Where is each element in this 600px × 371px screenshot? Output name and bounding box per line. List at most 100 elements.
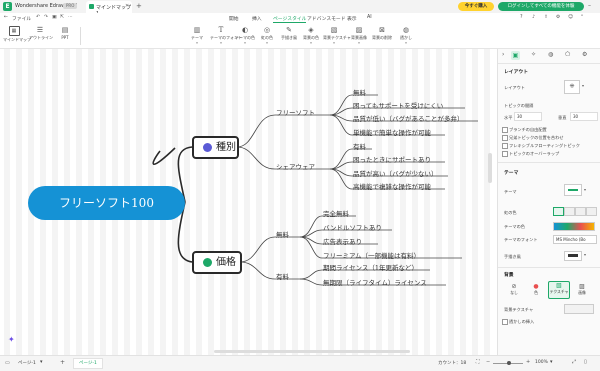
leaf-topic[interactable]: バンドルソフトあり bbox=[323, 222, 382, 232]
zoom-out-icon[interactable]: − bbox=[486, 359, 490, 365]
option-checkbox[interactable] bbox=[502, 151, 508, 157]
ai-assistant-icon[interactable]: ✦ bbox=[8, 335, 15, 344]
leaf-topic[interactable]: 高機能で複雑な操作が可能 bbox=[353, 181, 431, 191]
rainbow-option[interactable] bbox=[575, 207, 586, 216]
option-checkbox[interactable] bbox=[502, 143, 508, 149]
rainbow-option[interactable] bbox=[564, 207, 575, 216]
fit-page-icon[interactable]: ⛶ bbox=[476, 359, 480, 365]
settings-icon[interactable]: ⚙ bbox=[556, 15, 560, 20]
handdrawn-button[interactable]: ✎ 手描き風 bbox=[278, 25, 300, 46]
subtopic[interactable]: フリーソフト bbox=[276, 107, 315, 117]
collapse-panel-icon[interactable]: › bbox=[502, 51, 504, 58]
account-icon[interactable]: ☺ bbox=[568, 15, 573, 20]
main-topic-type[interactable]: 種別 bbox=[192, 136, 239, 159]
bg-color-button[interactable]: ◈ 背景の色 ▾ bbox=[300, 25, 322, 46]
close-tab-icon[interactable]: ✕ bbox=[125, 3, 129, 9]
theme-color-selector[interactable] bbox=[553, 222, 595, 231]
menu-advanced[interactable]: アドバンスモード bbox=[307, 15, 346, 22]
leaf-topic[interactable]: 困ったときにサポートあり bbox=[353, 154, 431, 164]
more-icon[interactable]: ⋯ bbox=[68, 15, 73, 20]
handdrawn-selector[interactable] bbox=[564, 251, 582, 261]
option-checkbox[interactable] bbox=[502, 135, 508, 141]
export-icon[interactable]: ⇱ bbox=[60, 15, 64, 20]
share-icon[interactable]: ⇪ bbox=[544, 15, 548, 20]
menu-page-style[interactable]: ページスタイル bbox=[273, 15, 307, 23]
chevron-down-icon[interactable]: ▾ bbox=[582, 83, 584, 88]
rainbow-option[interactable] bbox=[553, 207, 564, 216]
bg-image-button[interactable]: ▨ 背景画像 ▾ bbox=[348, 25, 370, 46]
leaf-topic[interactable]: 完全無料 bbox=[323, 208, 349, 218]
chevron-down-icon[interactable]: ▾ bbox=[584, 252, 586, 257]
menu-ai[interactable]: AI bbox=[367, 15, 372, 20]
subtopic[interactable]: 無料 bbox=[276, 229, 289, 239]
chevron-down-icon[interactable]: ▾ bbox=[584, 187, 586, 192]
login-button[interactable]: ログインしてすべての機能を体験 bbox=[498, 2, 584, 11]
subtopic[interactable]: 有料 bbox=[276, 271, 289, 281]
new-tab-icon[interactable]: + bbox=[136, 2, 142, 10]
leaf-topic[interactable]: 品質が低い（バグがあることが多弁） bbox=[353, 113, 464, 123]
undo-icon[interactable]: ↶ bbox=[36, 15, 40, 20]
layout-tab-icon[interactable]: ▣ bbox=[511, 51, 520, 60]
bg-image-option[interactable]: ▨ 画像 bbox=[574, 283, 590, 297]
theme-button[interactable]: ▥ テーマ ▾ bbox=[186, 25, 208, 46]
watermark-button[interactable]: ◍ 透かし ▾ bbox=[395, 25, 417, 46]
style-tab-icon[interactable]: ✧ bbox=[531, 51, 536, 58]
theme-font-button[interactable]: T テーマのフォント ▾ bbox=[210, 25, 242, 46]
add-page-icon[interactable]: + bbox=[60, 359, 65, 366]
chevron-down-icon[interactable]: ▾ bbox=[550, 359, 553, 365]
bg-color-option[interactable]: ● 色 bbox=[528, 283, 544, 297]
bg-texture-option[interactable]: ▧ テクスチャ bbox=[548, 281, 570, 299]
collapse-icon[interactable]: ⌃ bbox=[580, 15, 584, 20]
menu-start[interactable]: 開始 bbox=[229, 15, 239, 22]
bg-texture-selector[interactable] bbox=[564, 304, 594, 314]
theme-selector[interactable] bbox=[564, 184, 582, 196]
minimize-icon[interactable]: – bbox=[588, 2, 591, 9]
buy-now-button[interactable]: 今すぐ購入 bbox=[458, 2, 494, 11]
file-menu[interactable]: ファイル bbox=[12, 15, 31, 22]
outline-view-button[interactable]: ☰ アウトライン bbox=[29, 25, 53, 46]
page-tab[interactable]: ページ-1 bbox=[73, 358, 103, 369]
leaf-topic[interactable]: 品質が高い（バグが少ない） bbox=[353, 168, 438, 178]
theme-color-button[interactable]: ◐ テーマの色 ▾ bbox=[234, 25, 256, 46]
leaf-topic[interactable]: フリーミアム（一部機能は有料） bbox=[323, 250, 420, 260]
fullscreen-icon[interactable]: ⤢ bbox=[572, 359, 576, 365]
chevron-down-icon[interactable]: ▾ bbox=[40, 359, 43, 365]
redo-icon[interactable]: ↷ bbox=[44, 15, 48, 20]
leaf-topic[interactable]: 無期限（ライフタイム）ライセンス bbox=[323, 277, 427, 287]
horizontal-scrollbar[interactable] bbox=[214, 350, 410, 353]
mark-tab-icon[interactable]: ◍ bbox=[548, 51, 553, 58]
vertical-scrollbar[interactable] bbox=[488, 153, 492, 183]
save-icon[interactable]: ▣ bbox=[52, 15, 57, 20]
zoom-in-icon[interactable]: + bbox=[526, 359, 530, 365]
panel-toggle-icon[interactable]: ▯ bbox=[584, 359, 587, 365]
ppt-view-button[interactable]: ▤ PPT bbox=[54, 25, 76, 46]
menu-view[interactable]: 表示 bbox=[347, 15, 357, 22]
root-topic[interactable]: フリーソフト100 bbox=[28, 186, 185, 220]
leaf-topic[interactable]: 期間ライセンス（1年更新など） bbox=[323, 262, 418, 272]
bg-texture-button[interactable]: ▧ 背景テクスチャ ▾ bbox=[323, 25, 351, 46]
document-tab[interactable]: マインドマップ1 ✕ bbox=[86, 1, 132, 17]
help-icon[interactable]: ? bbox=[520, 15, 523, 20]
subtopic[interactable]: シェアウェア bbox=[276, 161, 315, 171]
mindmap-view-button[interactable]: ▦ マインドマップ bbox=[3, 25, 31, 46]
layout-selector[interactable]: ⁜ bbox=[564, 80, 580, 94]
back-icon[interactable]: ← bbox=[4, 15, 8, 20]
leaf-topic[interactable]: 無料 bbox=[353, 87, 366, 97]
page-selector[interactable]: ページ-1 bbox=[18, 360, 36, 366]
vertical-spacing-input[interactable]: 30 bbox=[570, 112, 598, 121]
zoom-handle[interactable] bbox=[507, 361, 511, 365]
leaf-topic[interactable]: 単機能で簡単な操作が可能 bbox=[353, 127, 431, 137]
leaf-topic[interactable]: 困ってもサポートを受けにくい bbox=[353, 100, 443, 110]
mindmap-canvas[interactable]: フリーソフト100 種別 価格 フリーソフト シェアウェア 無料 困ってもサポー… bbox=[0, 49, 495, 355]
main-topic-price[interactable]: 価格 bbox=[192, 251, 242, 274]
bg-none-option[interactable]: ⊘ なし bbox=[506, 283, 522, 297]
leaf-topic[interactable]: 広告表示あり bbox=[323, 236, 362, 246]
rainbow-button[interactable]: ◎ 虹の色 ▾ bbox=[256, 25, 278, 46]
option-checkbox[interactable] bbox=[502, 127, 508, 133]
menu-insert[interactable]: 挿入 bbox=[252, 15, 262, 22]
bg-delete-button[interactable]: ⊠ 背景の削除 bbox=[371, 25, 393, 46]
clipart-tab-icon[interactable]: ⬠ bbox=[565, 51, 570, 58]
zoom-level[interactable]: 100% bbox=[535, 360, 548, 365]
rainbow-option[interactable] bbox=[586, 207, 597, 216]
settings-tab-icon[interactable]: ⚙ bbox=[582, 51, 587, 58]
